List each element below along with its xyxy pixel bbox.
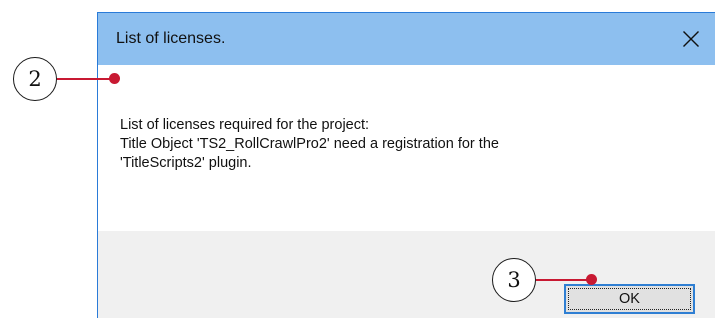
callout-number: 3 — [507, 268, 521, 292]
message-line: List of licenses required for the projec… — [120, 117, 370, 133]
dialog-titlebar[interactable]: List of licenses. — [98, 13, 715, 65]
dialog-title: List of licenses. — [116, 30, 226, 47]
ok-button[interactable]: OK — [564, 284, 695, 314]
license-dialog: List of licenses. List of licenses requi… — [97, 12, 715, 318]
ok-button-label: OK — [619, 291, 640, 307]
dialog-footer: OK — [98, 231, 715, 318]
message-line: Title Object 'TS2_RollCrawlPro2' need a … — [120, 136, 499, 152]
callout-number: 2 — [28, 67, 42, 91]
callout-3-marker: 3 — [492, 258, 536, 302]
callout-2-pointer-dot — [109, 73, 120, 84]
callout-2-leader-line — [57, 78, 115, 80]
screenshot-canvas: List of licenses. List of licenses requi… — [0, 0, 715, 318]
callout-2-marker: 2 — [13, 57, 57, 101]
close-icon — [682, 30, 700, 48]
close-button[interactable] — [667, 13, 715, 65]
message-line: 'TitleScripts2' plugin. — [120, 155, 252, 171]
dialog-message: List of licenses required for the projec… — [120, 116, 690, 173]
callout-3-pointer-dot — [586, 274, 597, 285]
